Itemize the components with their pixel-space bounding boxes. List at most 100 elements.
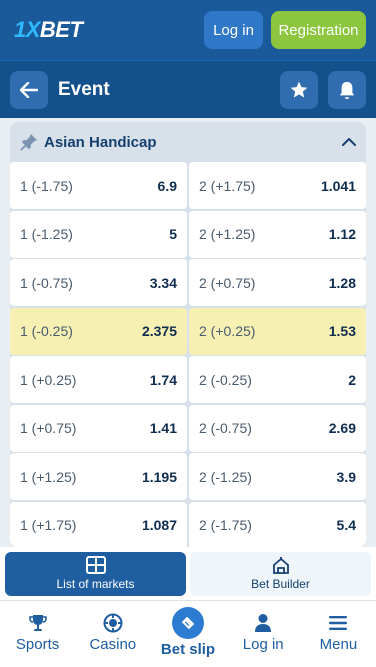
odds-cell[interactable]: 1 (+0.25) 1.74: [10, 356, 187, 403]
odds-value: 1.74: [149, 371, 177, 388]
bottom-navigation: Sports Casino Bet slip Log in Menu: [0, 600, 376, 667]
outcome-label: 2 (+1.75): [199, 177, 256, 194]
nav-log-in[interactable]: Log in: [226, 601, 301, 653]
table-row: 1 (-0.25) 2.375 2 (+0.25) 1.53: [10, 307, 366, 355]
trophy-icon: [28, 613, 48, 633]
ticket-icon: [172, 607, 204, 639]
hamburger-icon: [328, 613, 348, 633]
outcome-label: 2 (+1.25): [199, 226, 256, 242]
tab-label: List of markets: [56, 577, 135, 591]
odds-cell-highlighted[interactable]: 1 (-0.25) 2.375: [10, 307, 187, 355]
asian-handicap-market: Asian Handicap 1 (-1.75) 6.9 2 (+1.75) 1.0…: [10, 122, 366, 547]
market-header[interactable]: Asian Handicap: [10, 122, 366, 162]
tab-label: Bet Builder: [251, 577, 310, 591]
table-row: 1 (-0.75) 3.34 2 (+0.75) 1.28: [10, 259, 366, 306]
header-actions: Log in Registration: [204, 11, 366, 49]
star-icon: [290, 81, 308, 97]
builder-icon: [272, 557, 289, 574]
odds-cell[interactable]: 2 (-0.25) 2: [189, 356, 366, 403]
odds-value: 2.69: [328, 420, 356, 436]
nav-sports[interactable]: Sports: [0, 601, 75, 653]
table-row: 1 (+0.25) 1.74 2 (-0.25) 2: [10, 356, 366, 403]
odds-value: 1.087: [141, 517, 177, 533]
nav-label: Menu: [319, 636, 358, 653]
login-button[interactable]: Log in: [204, 11, 263, 49]
back-button[interactable]: [10, 70, 48, 109]
event-bar: Event: [0, 60, 376, 118]
event-actions: [280, 70, 366, 109]
pin-icon[interactable]: [20, 133, 38, 151]
odds-value: 2.375: [141, 323, 177, 339]
outcome-label: 1 (-1.75): [20, 177, 73, 194]
odds-value: 5: [169, 226, 177, 242]
outcome-label: 1 (+1.25): [20, 468, 77, 485]
outcome-label: 1 (+0.25): [20, 371, 77, 388]
odds-table: 1 (-1.75) 6.9 2 (+1.75) 1.041 1 (-1.25) 5 2…: [10, 162, 366, 547]
odds-value: 6.9: [157, 177, 177, 194]
outcome-label: 1 (-0.75): [20, 274, 73, 291]
odds-cell-highlighted[interactable]: 2 (+0.25) 1.53: [189, 307, 366, 355]
page-title: Event: [58, 78, 110, 100]
outcome-label: 1 (-0.25): [20, 323, 73, 339]
user-icon: [254, 613, 272, 633]
table-row: 1 (+1.25) 1.195 2 (-1.25) 3.9: [10, 453, 366, 500]
table-row: 1 (+1.75) 1.087 2 (-1.75) 5.4: [10, 501, 366, 547]
favorite-button[interactable]: [280, 70, 318, 109]
outcome-label: 2 (-1.25): [199, 468, 252, 485]
odds-cell[interactable]: 2 (-0.75) 2.69: [189, 404, 366, 452]
brand-logo[interactable]: 1XBET: [14, 17, 83, 43]
nav-bet-slip[interactable]: Bet slip: [150, 601, 225, 658]
nav-label: Casino: [89, 636, 137, 653]
odds-cell[interactable]: 2 (+0.75) 1.28: [189, 259, 366, 306]
table-row: 1 (+0.75) 1.41 2 (-0.75) 2.69: [10, 404, 366, 452]
outcome-label: 2 (-0.25): [199, 371, 252, 388]
outcome-label: 2 (-0.75): [199, 420, 252, 436]
nav-casino[interactable]: Casino: [75, 601, 150, 653]
odds-value: 2: [348, 371, 356, 388]
nav-menu[interactable]: Menu: [301, 601, 376, 653]
odds-cell[interactable]: 1 (+1.75) 1.087: [10, 501, 187, 547]
odds-value: 3.34: [149, 274, 177, 291]
chip-icon: [103, 613, 123, 633]
outcome-label: 1 (-1.25): [20, 226, 73, 242]
table-row: 1 (-1.25) 5 2 (+1.25) 1.12: [10, 210, 366, 258]
outcome-label: 1 (+1.75): [20, 517, 77, 533]
arrow-left-icon: [20, 81, 38, 98]
odds-cell[interactable]: 1 (-1.75) 6.9: [10, 162, 187, 209]
odds-value: 1.195: [141, 468, 177, 485]
table-row: 1 (-1.75) 6.9 2 (+1.75) 1.041: [10, 162, 366, 209]
grid-icon: [85, 556, 106, 574]
top-bar: 1XBET Log in Registration: [0, 0, 376, 60]
tab-list-of-markets[interactable]: List of markets: [5, 551, 186, 596]
odds-cell[interactable]: 2 (-1.25) 3.9: [189, 453, 366, 500]
odds-value: 1.28: [328, 274, 356, 291]
market-title: Asian Handicap: [44, 133, 157, 151]
outcome-label: 2 (+0.75): [199, 274, 256, 291]
odds-value: 1.41: [149, 420, 177, 436]
odds-value: 5.4: [336, 517, 356, 533]
odds-cell[interactable]: 1 (+1.25) 1.195: [10, 453, 187, 500]
nav-label: Log in: [242, 636, 284, 653]
outcome-label: 2 (-1.75): [199, 517, 252, 533]
odds-cell[interactable]: 1 (+0.75) 1.41: [10, 404, 187, 452]
nav-label: Sports: [15, 636, 60, 653]
odds-cell[interactable]: 1 (-0.75) 3.34: [10, 259, 187, 306]
nav-label: Bet slip: [160, 641, 216, 658]
logo-prefix: 1X: [14, 17, 40, 42]
odds-value: 1.12: [328, 226, 356, 242]
notifications-button[interactable]: [328, 70, 366, 109]
tab-bet-builder[interactable]: Bet Builder: [190, 551, 371, 596]
registration-button[interactable]: Registration: [271, 11, 366, 49]
outcome-label: 1 (+0.75): [20, 420, 77, 436]
outcome-label: 2 (+0.25): [199, 323, 256, 339]
logo-suffix: BET: [39, 17, 83, 42]
odds-value: 1.041: [320, 177, 356, 194]
odds-cell[interactable]: 2 (-1.75) 5.4: [189, 501, 366, 547]
odds-cell[interactable]: 1 (-1.25) 5: [10, 210, 187, 258]
odds-value: 3.9: [336, 468, 356, 485]
market-view-tabs: List of markets Bet Builder: [0, 547, 376, 600]
odds-value: 1.53: [328, 323, 356, 339]
odds-cell[interactable]: 2 (+1.25) 1.12: [189, 210, 366, 258]
chevron-up-icon[interactable]: [342, 137, 356, 147]
odds-cell[interactable]: 2 (+1.75) 1.041: [189, 162, 366, 209]
